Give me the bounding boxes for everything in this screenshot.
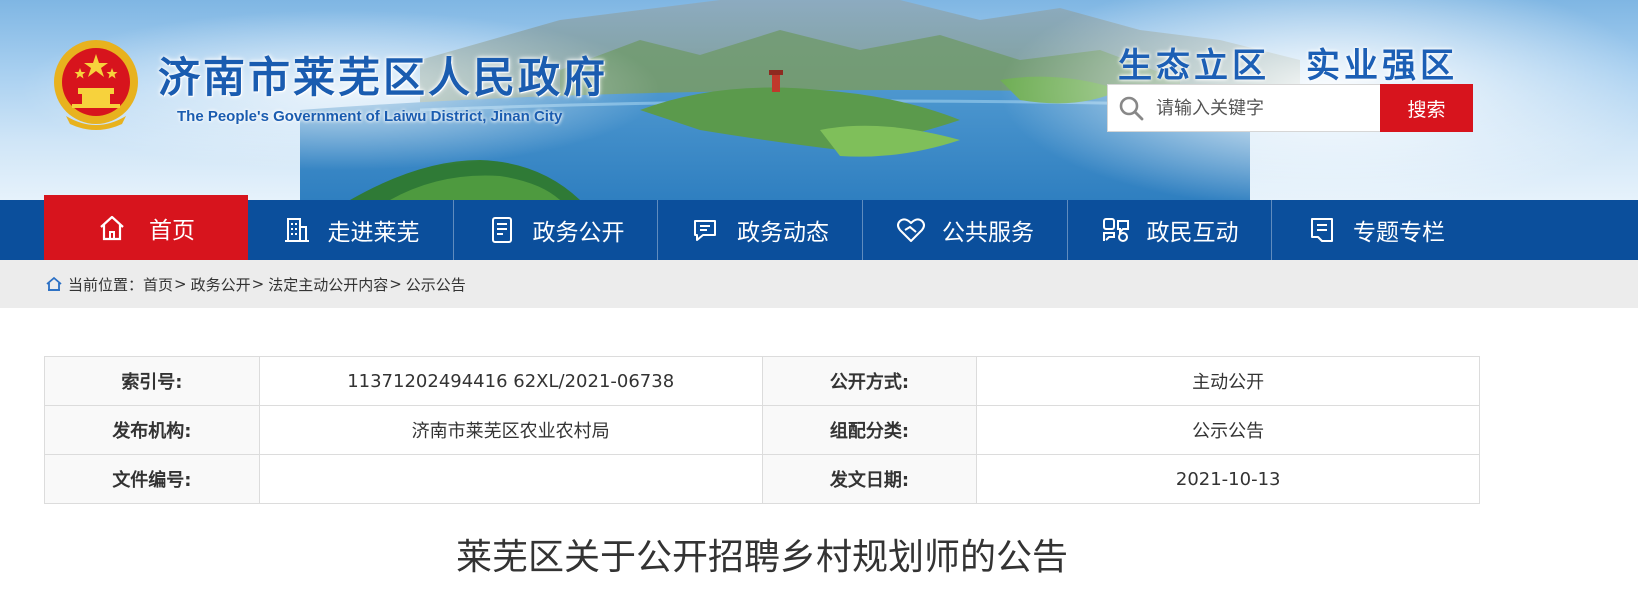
nav-item-label: 走进莱芜: [327, 220, 420, 246]
search-input[interactable]: [1156, 97, 1356, 119]
nav-item-label: 政务公开: [532, 220, 625, 246]
breadcrumb-prefix: 当前位置：: [68, 275, 144, 294]
table-row: 文件编号: 发文日期: 2021-10-13: [44, 454, 1480, 504]
nav-item-label: 政民互动: [1146, 220, 1239, 246]
meta-label-index-number: 索引号:: [44, 356, 260, 406]
breadcrumb-link-gov-affairs-open[interactable]: 政务公开: [191, 274, 251, 295]
nav-item-about-laiwu[interactable]: 走进莱芜: [248, 200, 454, 260]
column-icon: [1311, 218, 1333, 242]
nav-item-interaction[interactable]: 政民互动: [1068, 200, 1272, 260]
breadcrumb: 当前位置： 首页 > 政务公开 > 法定主动公开内容 > 公示公告: [46, 260, 466, 308]
meta-value-issue-date: 2021-10-13: [976, 454, 1480, 504]
nav-item-label: 公共服务: [942, 220, 1034, 246]
main-nav: 首页 走进莱芜 政务公开 政务动态 公共服务 政民互动 专题专栏: [0, 195, 1638, 260]
breadcrumb-link-home[interactable]: 首页: [143, 274, 173, 295]
national-emblem-icon: [54, 40, 138, 130]
home-icon: [100, 215, 124, 240]
document-icon: [491, 217, 512, 243]
header-banner: 济南市莱芜区人民政府 The People's Government of La…: [0, 0, 1638, 200]
slogan-right: 实业强区: [1306, 46, 1458, 86]
meta-value-document-number: [258, 454, 763, 504]
nav-item-label: 专题专栏: [1353, 220, 1445, 246]
nav-item-gov-news[interactable]: 政务动态: [658, 200, 863, 260]
meta-label-category: 组配分类:: [761, 405, 978, 455]
table-row: 索引号: 11371202494416 62XL/2021-06738 公开方式…: [44, 356, 1480, 406]
meta-label-issue-date: 发文日期:: [761, 454, 978, 504]
meta-label-document-number: 文件编号:: [44, 454, 260, 504]
search-box: [1107, 84, 1381, 132]
meta-value-disclosure-method: 主动公开: [976, 356, 1480, 406]
meta-label-publisher: 发布机构:: [44, 405, 260, 455]
interaction-icon: [1102, 218, 1129, 242]
meta-label-disclosure-method: 公开方式:: [761, 356, 978, 406]
breadcrumb-link-statutory-content[interactable]: 法定主动公开内容: [268, 274, 388, 295]
meta-value-category: 公示公告: [976, 405, 1480, 455]
breadcrumb-bar: 当前位置： 首页 > 政务公开 > 法定主动公开内容 > 公示公告: [0, 260, 1638, 308]
breadcrumb-separator: >: [174, 275, 187, 293]
site-title: 济南市莱芜区人民政府: [158, 53, 609, 102]
handshake-heart-icon: [897, 218, 925, 242]
meta-value-publisher: 济南市莱芜区农业农村局: [258, 405, 763, 455]
document-meta-table: 索引号: 11371202494416 62XL/2021-06738 公开方式…: [44, 356, 1480, 504]
search-icon: [1119, 96, 1144, 121]
slogan-left: 生态立区: [1118, 46, 1270, 86]
article-title: 莱芜区关于公开招聘乡村规划师的公告: [455, 537, 1068, 578]
nav-item-gov-affairs-open[interactable]: 政务公开: [454, 200, 658, 260]
site-subtitle: The People's Government of Laiwu Distric…: [177, 108, 563, 125]
nav-item-home[interactable]: 首页: [44, 195, 248, 260]
breadcrumb-home-icon: [46, 276, 62, 291]
chat-icon: [694, 220, 716, 241]
nav-item-label: 首页: [149, 217, 195, 244]
table-row: 发布机构: 济南市莱芜区农业农村局 组配分类: 公示公告: [44, 405, 1480, 455]
building-icon: [284, 218, 309, 242]
meta-value-index-number: 11371202494416 62XL/2021-06738: [258, 356, 763, 406]
breadcrumb-separator: >: [389, 275, 402, 293]
nav-item-label: 政务动态: [737, 220, 829, 246]
breadcrumb-link-announcements[interactable]: 公示公告: [406, 274, 466, 295]
nav-item-public-service[interactable]: 公共服务: [863, 200, 1068, 260]
breadcrumb-separator: >: [251, 275, 265, 293]
search-button[interactable]: 搜索: [1380, 84, 1473, 132]
nav-item-special-column[interactable]: 专题专栏: [1272, 200, 1480, 260]
